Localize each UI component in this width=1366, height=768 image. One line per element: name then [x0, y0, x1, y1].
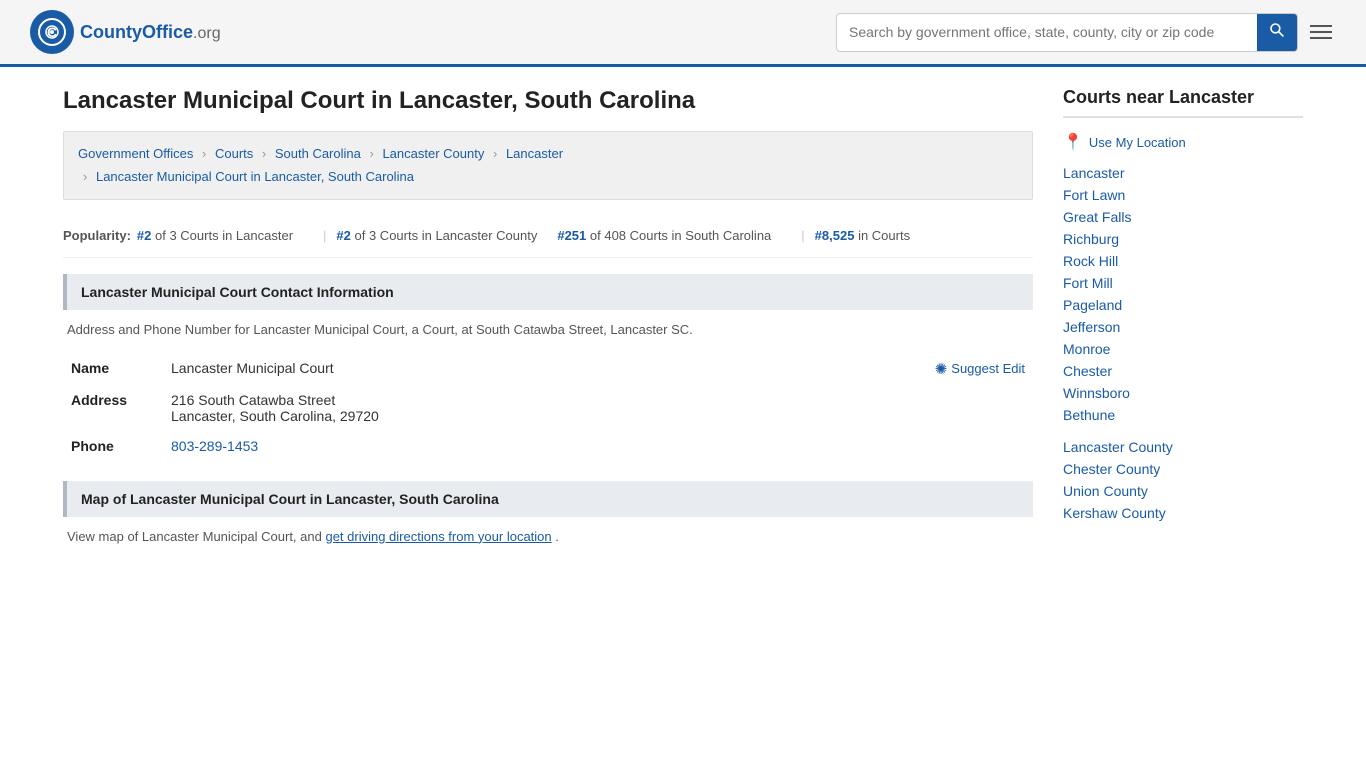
logo-area: C CountyOffice.org [30, 10, 221, 54]
sidebar-link-lancaster[interactable]: Lancaster [1063, 165, 1124, 181]
sidebar-link-lancaster-county[interactable]: Lancaster County [1063, 439, 1173, 455]
list-item: Chester County [1063, 458, 1303, 480]
name-label: Name [63, 353, 163, 385]
search-area [836, 13, 1336, 52]
popularity-rank2: #2 of 3 Courts in Lancaster County [336, 228, 537, 243]
breadcrumb-gov-offices[interactable]: Government Offices [78, 146, 193, 161]
sidebar: Courts near Lancaster 📍 Use My Location … [1063, 87, 1303, 560]
sidebar-header: Courts near Lancaster [1063, 87, 1303, 118]
sidebar-link-jefferson[interactable]: Jefferson [1063, 319, 1120, 335]
list-item: Chester [1063, 360, 1303, 382]
breadcrumb: Government Offices › Courts › South Caro… [63, 131, 1033, 200]
list-item: Monroe [1063, 338, 1303, 360]
use-my-location-button[interactable]: 📍 Use My Location [1063, 132, 1303, 152]
breadcrumb-city[interactable]: Lancaster [506, 146, 563, 161]
list-item: Union County [1063, 480, 1303, 502]
list-item: Winnsboro [1063, 382, 1303, 404]
list-item: Jefferson [1063, 316, 1303, 338]
breadcrumb-state[interactable]: South Carolina [275, 146, 361, 161]
popularity-bar: Popularity: #2 of 3 Courts in Lancaster … [63, 218, 1033, 258]
search-bar [836, 13, 1298, 52]
name-value: Lancaster Municipal Court ✺ Suggest Edit [163, 353, 1033, 385]
sidebar-link-great-falls[interactable]: Great Falls [1063, 209, 1131, 225]
header: C CountyOffice.org [0, 0, 1366, 67]
driving-directions-link[interactable]: get driving directions from your locatio… [325, 529, 551, 544]
search-button[interactable] [1257, 14, 1297, 51]
sidebar-link-winnsboro[interactable]: Winnsboro [1063, 385, 1130, 401]
popularity-label: Popularity: [63, 228, 131, 243]
breadcrumb-current[interactable]: Lancaster Municipal Court in Lancaster, … [96, 169, 414, 184]
popularity-rank3: #251 of 408 Courts in South Carolina [557, 228, 771, 243]
popularity-rank4: #8,525 in Courts [815, 228, 910, 243]
sidebar-link-fort-mill[interactable]: Fort Mill [1063, 275, 1113, 291]
logo-text: CountyOffice.org [80, 22, 221, 43]
breadcrumb-courts[interactable]: Courts [215, 146, 253, 161]
sidebar-link-fort-lawn[interactable]: Fort Lawn [1063, 187, 1125, 203]
list-item: Pageland [1063, 294, 1303, 316]
contact-section-header: Lancaster Municipal Court Contact Inform… [63, 274, 1033, 310]
contact-description: Address and Phone Number for Lancaster M… [63, 322, 1033, 337]
content-area: Lancaster Municipal Court in Lancaster, … [63, 87, 1033, 560]
list-item: Richburg [1063, 228, 1303, 250]
sidebar-link-rock-hill[interactable]: Rock Hill [1063, 253, 1118, 269]
suggest-edit-button[interactable]: ✺ Suggest Edit [935, 360, 1025, 378]
popularity-rank1: #2 of 3 Courts in Lancaster [137, 228, 293, 243]
list-item: Bethune [1063, 404, 1303, 426]
sidebar-link-bethune[interactable]: Bethune [1063, 407, 1115, 423]
sidebar-link-kershaw-county[interactable]: Kershaw County [1063, 505, 1166, 521]
main-container: Lancaster Municipal Court in Lancaster, … [33, 67, 1333, 580]
list-item: Kershaw County [1063, 502, 1303, 524]
sidebar-city-list: Lancaster Fort Lawn Great Falls Richburg… [1063, 162, 1303, 426]
sidebar-link-union-county[interactable]: Union County [1063, 483, 1148, 499]
search-input[interactable] [837, 16, 1257, 48]
list-item: Fort Mill [1063, 272, 1303, 294]
list-item: Lancaster County [1063, 436, 1303, 458]
table-row: Address 216 South Catawba Street Lancast… [63, 385, 1033, 431]
sidebar-link-richburg[interactable]: Richburg [1063, 231, 1119, 247]
map-section-header: Map of Lancaster Municipal Court in Lanc… [63, 481, 1033, 517]
page-title: Lancaster Municipal Court in Lancaster, … [63, 87, 1033, 115]
phone-link[interactable]: 803-289-1453 [171, 438, 258, 454]
sidebar-link-pageland[interactable]: Pageland [1063, 297, 1122, 313]
list-item: Rock Hill [1063, 250, 1303, 272]
location-pin-icon: 📍 [1063, 132, 1083, 152]
list-item: Great Falls [1063, 206, 1303, 228]
menu-button[interactable] [1306, 21, 1336, 43]
phone-label: Phone [63, 431, 163, 461]
address-value: 216 South Catawba Street Lancaster, Sout… [163, 385, 1033, 431]
sidebar-link-chester-county[interactable]: Chester County [1063, 461, 1160, 477]
table-row: Phone 803-289-1453 [63, 431, 1033, 461]
map-description: View map of Lancaster Municipal Court, a… [63, 529, 1033, 544]
sidebar-county-list: Lancaster County Chester County Union Co… [1063, 436, 1303, 524]
sidebar-link-monroe[interactable]: Monroe [1063, 341, 1110, 357]
logo-icon: C [30, 10, 74, 54]
contact-table: Name Lancaster Municipal Court ✺ Suggest… [63, 353, 1033, 461]
table-row: Name Lancaster Municipal Court ✺ Suggest… [63, 353, 1033, 385]
list-item: Fort Lawn [1063, 184, 1303, 206]
breadcrumb-county[interactable]: Lancaster County [382, 146, 484, 161]
address-label: Address [63, 385, 163, 431]
sidebar-link-chester[interactable]: Chester [1063, 363, 1112, 379]
list-item: Lancaster [1063, 162, 1303, 184]
phone-value: 803-289-1453 [163, 431, 1033, 461]
